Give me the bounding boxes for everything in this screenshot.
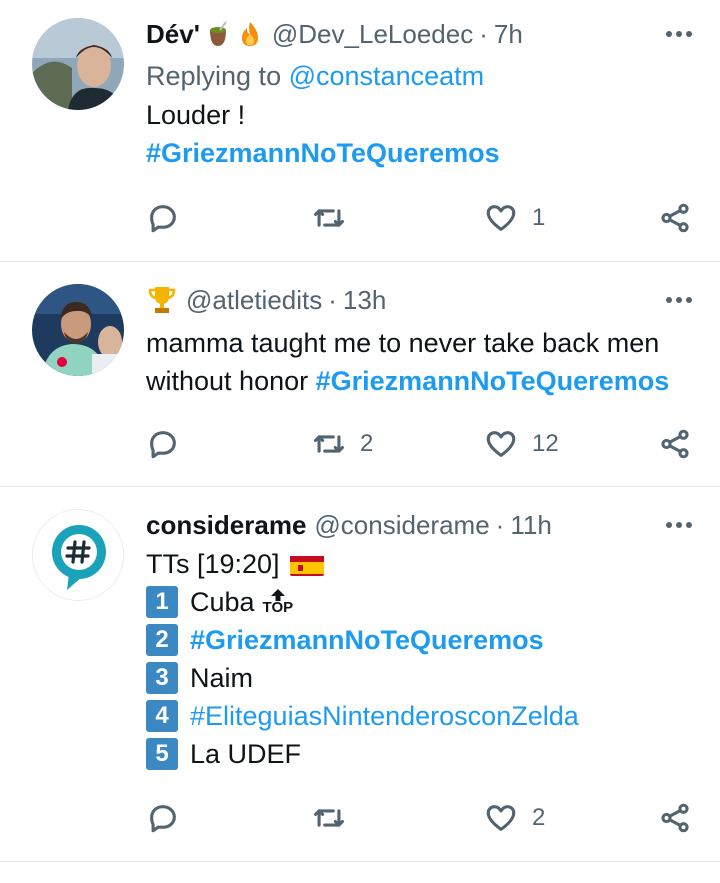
top-badge: TOP xyxy=(262,589,294,616)
user-handle[interactable]: @considerame xyxy=(314,510,489,541)
user-handle[interactable]: @Dev_LeLoedec xyxy=(272,19,473,50)
tweet-text-line: without honor #GriezmannNoTeQueremos xyxy=(146,362,692,400)
share-button[interactable] xyxy=(658,427,692,461)
timestamp[interactable]: 13h xyxy=(343,285,386,316)
trend-item: 1 Cuba TOP xyxy=(146,583,692,621)
tweet-text-line: mamma taught me to never take back men xyxy=(146,328,660,358)
rank-keycap: 1 xyxy=(146,586,178,618)
rank-keycap: 5 xyxy=(146,738,178,770)
hashtag-link[interactable]: #GriezmannNoTeQueremos xyxy=(190,625,544,656)
like-button[interactable]: 1 xyxy=(484,201,545,235)
retweet-icon xyxy=(313,209,345,227)
user-handle[interactable]: @atletiedits xyxy=(186,285,322,316)
heart-icon xyxy=(486,205,516,231)
reply-to-handle[interactable]: @constanceatm xyxy=(289,61,485,91)
tweet-header: Dév' @Dev_LeLoedec · 7h xyxy=(146,14,692,54)
like-button[interactable]: 2 xyxy=(484,801,545,835)
tweet-text: Louder ! #GriezmannNoTeQueremos xyxy=(146,96,692,172)
like-count: 2 xyxy=(532,804,546,831)
reply-button[interactable] xyxy=(146,427,180,461)
tweet-text: mamma taught me to never take back men w… xyxy=(146,324,692,400)
more-options-icon[interactable] xyxy=(666,505,692,545)
tweet-header: @atletiedits · 13h xyxy=(146,280,692,320)
trophy-icon xyxy=(146,284,178,316)
trend-item: 4 #EliteguiasNintenderosconZelda xyxy=(146,697,692,735)
retweet-button[interactable] xyxy=(312,201,346,235)
tweet-text-line: Louder ! xyxy=(146,100,246,130)
rank-keycap: 2 xyxy=(146,624,178,656)
trend-item: 5 La UDEF xyxy=(146,735,692,773)
trend-label: Naim xyxy=(190,662,254,693)
timestamp[interactable]: 11h xyxy=(510,510,551,541)
spain-flag-icon xyxy=(289,552,324,576)
reply-button[interactable] xyxy=(146,801,180,835)
tweet-actions: 1 xyxy=(146,198,692,238)
trend-label: Cuba xyxy=(190,586,255,617)
tweet[interactable]: Dév' @Dev_LeLoedec · 7h Replying to @con… xyxy=(0,0,720,262)
timestamp[interactable]: 7h xyxy=(494,19,523,50)
retweet-icon xyxy=(313,435,345,453)
rank-keycap: 4 xyxy=(146,700,178,732)
tweet-actions: 2 xyxy=(146,798,692,838)
tweet-actions: 2 12 xyxy=(146,424,692,464)
tweet-header: considerame @considerame · 11h xyxy=(146,505,692,545)
trending-header-text: TTs [19:20] xyxy=(146,549,280,579)
hashtag-link[interactable]: #GriezmannNoTeQueremos xyxy=(316,366,670,396)
heart-icon xyxy=(486,805,516,831)
retweet-button[interactable]: 2 xyxy=(312,427,373,461)
share-button[interactable] xyxy=(658,201,692,235)
reply-icon xyxy=(150,805,176,833)
avatar[interactable] xyxy=(32,18,124,110)
display-name[interactable]: Dév' xyxy=(146,19,200,50)
separator: · xyxy=(495,509,505,540)
tweet-text-fragment: without honor xyxy=(146,366,309,396)
mate-cup-icon xyxy=(204,20,232,48)
like-count: 1 xyxy=(532,204,546,231)
hashtag-link[interactable]: #GriezmannNoTeQueremos xyxy=(146,134,692,172)
tweet[interactable]: considerame @considerame · 11h TTs [19:2… xyxy=(0,487,720,862)
retweet-count: 2 xyxy=(360,430,374,457)
fire-icon xyxy=(236,20,264,48)
avatar[interactable] xyxy=(32,509,124,601)
reply-icon xyxy=(150,431,176,459)
trending-header: TTs [19:20] xyxy=(146,545,692,583)
heart-icon xyxy=(486,431,516,457)
like-count: 12 xyxy=(532,430,559,457)
trend-item: 2 #GriezmannNoTeQueremos xyxy=(146,621,692,659)
separator: · xyxy=(479,18,488,49)
reply-icon xyxy=(150,205,176,233)
replying-to-label: Replying to xyxy=(146,61,282,91)
share-icon xyxy=(661,429,689,459)
share-icon xyxy=(661,803,689,833)
retweet-button[interactable] xyxy=(312,801,346,835)
more-options-icon[interactable] xyxy=(666,14,692,54)
retweet-icon xyxy=(313,809,345,827)
considerame-logo-icon xyxy=(33,510,123,600)
trend-item: 3 Naim xyxy=(146,659,692,697)
avatar[interactable] xyxy=(32,284,124,376)
trend-label: La UDEF xyxy=(190,738,302,769)
share-button[interactable] xyxy=(658,801,692,835)
display-name[interactable]: considerame xyxy=(146,510,306,541)
replying-to: Replying to @constanceatm xyxy=(146,56,692,96)
top-label: TOP xyxy=(262,599,294,616)
like-button[interactable]: 12 xyxy=(484,427,559,461)
separator: · xyxy=(328,284,337,315)
share-icon xyxy=(661,203,689,233)
tweet[interactable]: @atletiedits · 13h mamma taught me to ne… xyxy=(0,262,720,487)
reply-button[interactable] xyxy=(146,201,180,235)
hashtag-link[interactable]: #EliteguiasNintenderosconZelda xyxy=(190,701,579,732)
rank-keycap: 3 xyxy=(146,662,178,694)
more-options-icon[interactable] xyxy=(666,280,692,320)
